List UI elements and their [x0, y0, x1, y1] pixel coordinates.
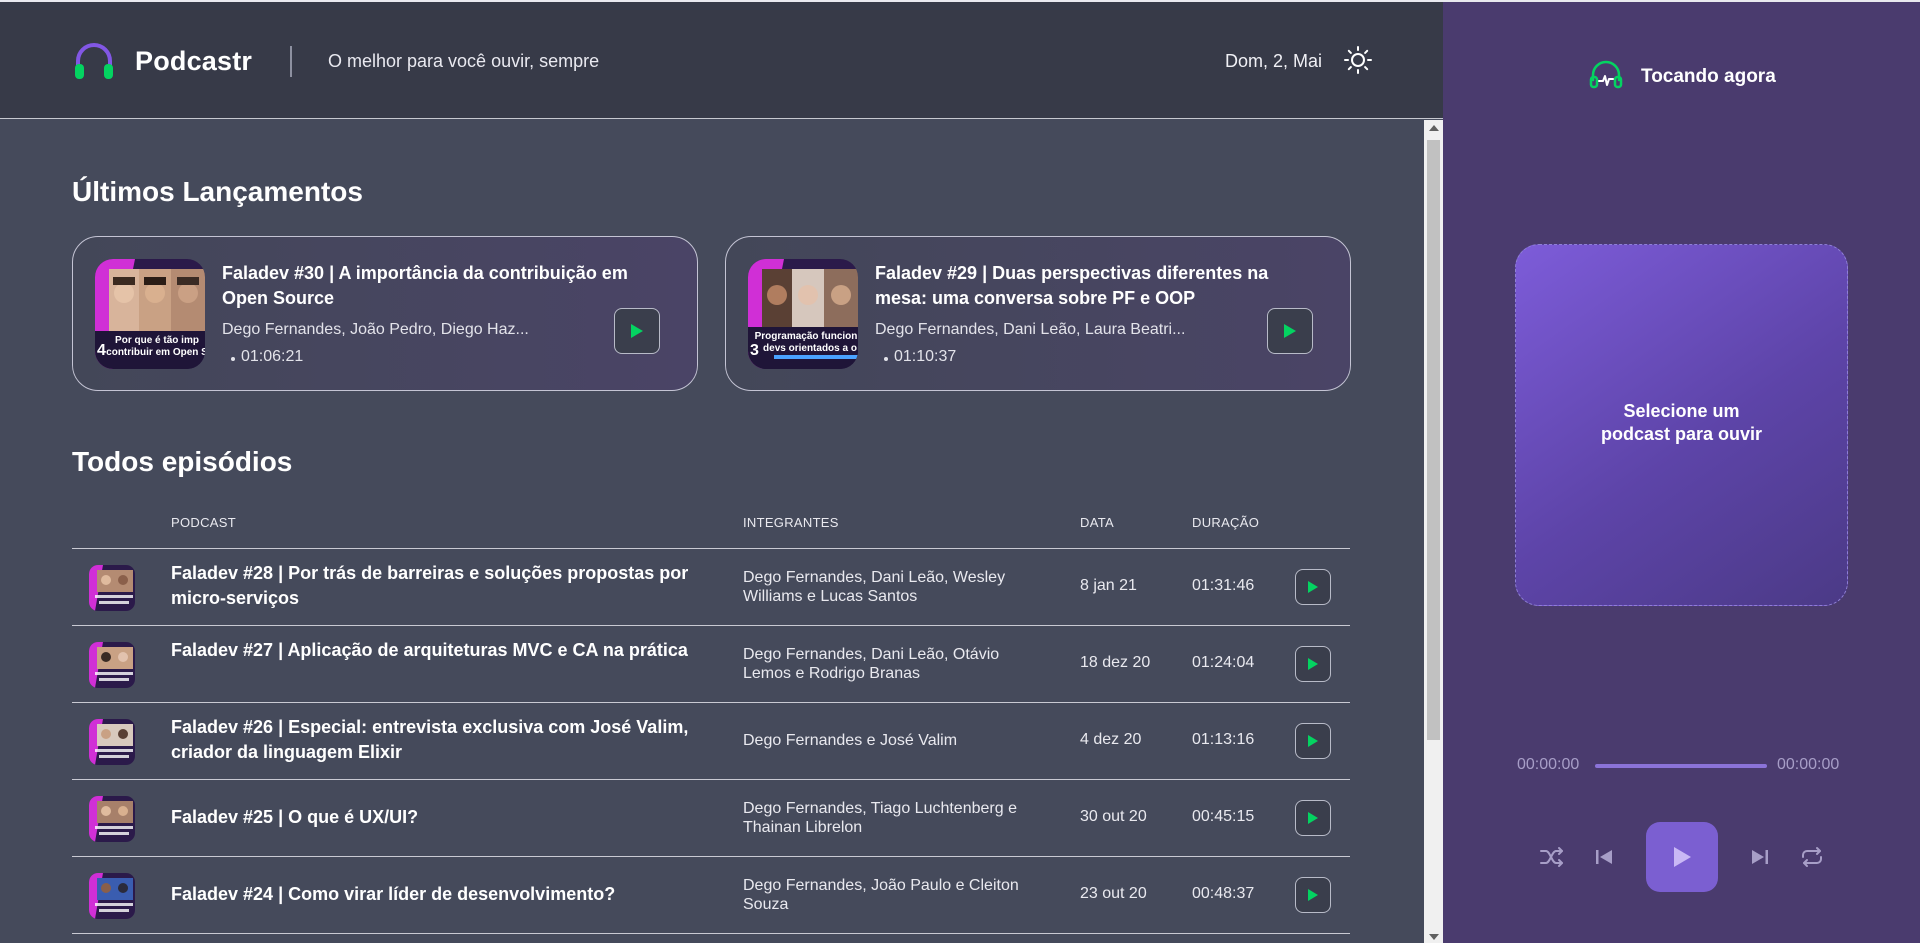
- svg-text:devs orientados a o: devs orientados a o: [763, 343, 857, 354]
- play-episode-button[interactable]: [1295, 800, 1331, 836]
- latest-episode-card[interactable]: Programação funcion devs orientados a o …: [725, 236, 1351, 391]
- bullet-dot: [231, 357, 235, 361]
- episode-thumbnail: Programação funcion devs orientados a o …: [748, 259, 858, 369]
- episode-duration: 01:06:21: [241, 348, 304, 365]
- episode-thumbnail: [89, 796, 135, 842]
- episode-title[interactable]: Faladev #26 | Especial: entrevista exclu…: [171, 715, 691, 765]
- shuffle-icon[interactable]: [1539, 846, 1565, 868]
- scrollbar-thumb[interactable]: [1427, 140, 1440, 740]
- scroll-up-arrow-icon[interactable]: [1429, 125, 1439, 131]
- svg-text:4: 4: [97, 342, 106, 359]
- episode-title[interactable]: Faladev #29 | Duas perspectivas diferent…: [875, 261, 1315, 311]
- episode-title[interactable]: Faladev #30 | A importância da contribui…: [222, 261, 662, 311]
- column-date: DATA: [1080, 515, 1114, 530]
- column-podcast: PODCAST: [171, 515, 236, 530]
- repeat-icon[interactable]: [1799, 846, 1825, 868]
- episode-thumbnail: [89, 873, 135, 919]
- previous-icon[interactable]: [1594, 847, 1614, 867]
- player-panel: Tocando agora Selecione um podcast para …: [1443, 0, 1920, 943]
- content: Últimos Lançamentos Por que é tão imp co…: [0, 120, 1424, 943]
- episode-duration: 00:45:15: [1192, 808, 1255, 825]
- episode-thumbnail: [89, 719, 135, 765]
- all-episodes-title: Todos episódios: [72, 446, 293, 477]
- episode-date: 4 dez 20: [1080, 731, 1142, 748]
- episode-date: 8 jan 21: [1080, 577, 1137, 594]
- play-icon: [1674, 847, 1691, 867]
- latest-title: Últimos Lançamentos: [72, 176, 363, 207]
- play-episode-button[interactable]: [1295, 877, 1331, 913]
- episode-duration: 01:24:04: [1192, 654, 1255, 671]
- svg-text:contribuir em Open S: contribuir em Open S: [106, 347, 205, 358]
- play-icon: [1284, 324, 1296, 338]
- play-icon: [1308, 889, 1318, 901]
- empty-player-placeholder: Selecione um podcast para ouvir: [1515, 244, 1848, 606]
- empty-player-message: Selecione um podcast para ouvir: [1600, 401, 1763, 444]
- episode-date: 30 out 20: [1080, 808, 1147, 825]
- table-row: Faladev #26 | Especial: entrevista exclu…: [72, 703, 1350, 780]
- svg-text:3: 3: [750, 342, 759, 359]
- now-playing-label: Tocando agora: [1641, 66, 1776, 87]
- headphones-icon: [1589, 60, 1623, 89]
- episode-duration: 01:10:37: [894, 348, 957, 365]
- svg-text:Por que é tão imp: Por que é tão imp: [115, 335, 199, 346]
- episode-title[interactable]: Faladev #24 | Como virar líder de desenv…: [171, 882, 691, 907]
- header-divider: [290, 46, 292, 77]
- episode-members: Dego Fernandes e José Valim: [743, 732, 958, 749]
- episode-members: Dego Fernandes, Dani Leão, Laura Beatri.…: [875, 321, 1186, 338]
- play-episode-button[interactable]: [1295, 723, 1331, 759]
- episode-members: Dego Fernandes, Dani Leão, Wesley Willia…: [743, 569, 1006, 605]
- episode-members: Dego Fernandes, João Pedro, Diego Haz...: [222, 321, 529, 338]
- table-row: Faladev #24 | Como virar líder de desenv…: [72, 857, 1350, 934]
- play-icon: [1308, 581, 1318, 593]
- scroll-down-arrow-icon[interactable]: [1429, 934, 1439, 940]
- episode-date: 23 out 20: [1080, 885, 1147, 902]
- header: Podcastr O melhor para você ouvir, sempr…: [0, 2, 1443, 119]
- latest-episode-card[interactable]: Por que é tão imp contribuir em Open S 4…: [72, 236, 698, 391]
- column-members: INTEGRANTES: [743, 515, 839, 530]
- main-play-button[interactable]: [1646, 822, 1718, 892]
- current-date: Dom, 2, Mai: [1225, 51, 1323, 71]
- brand-name: Podcastr: [135, 46, 253, 76]
- play-icon: [631, 324, 643, 338]
- table-row: Faladev #27 | Aplicação de arquiteturas …: [72, 626, 1350, 703]
- headphones-icon: [75, 43, 113, 79]
- episode-thumbnail: [89, 565, 135, 611]
- episode-members: Dego Fernandes, João Paulo e Cleiton Sou…: [743, 877, 1019, 913]
- play-icon: [1308, 658, 1318, 670]
- bullet-dot: [884, 357, 888, 361]
- tagline: O melhor para você ouvir, sempre: [328, 51, 600, 71]
- sun-icon[interactable]: [1343, 45, 1373, 75]
- episode-duration: 00:48:37: [1192, 885, 1255, 902]
- episode-title[interactable]: Faladev #25 | O que é UX/UI?: [171, 805, 691, 830]
- main-area: Podcastr O melhor para você ouvir, sempr…: [0, 0, 1443, 943]
- total-time: 00:00:00: [1777, 756, 1840, 773]
- episode-thumbnail: Por que é tão imp contribuir em Open S 4: [95, 259, 205, 369]
- next-icon[interactable]: [1750, 847, 1770, 867]
- episode-members: Dego Fernandes, Dani Leão, Otávio Lemos …: [743, 646, 1000, 682]
- episode-title[interactable]: Faladev #28 | Por trás de barreiras e so…: [171, 561, 691, 611]
- play-episode-button[interactable]: [1295, 646, 1331, 682]
- episode-duration: 01:13:16: [1192, 731, 1255, 748]
- episode-date: 18 dez 20: [1080, 654, 1151, 671]
- play-icon: [1308, 812, 1318, 824]
- episode-title[interactable]: Faladev #27 | Aplicação de arquiteturas …: [171, 638, 691, 663]
- elapsed-time: 00:00:00: [1517, 756, 1580, 773]
- episode-thumbnail: [89, 642, 135, 688]
- play-episode-button[interactable]: [1295, 569, 1331, 605]
- episode-members: Dego Fernandes, Tiago Luchtenberg e Thai…: [743, 800, 1017, 836]
- play-episode-button[interactable]: [1267, 308, 1313, 354]
- svg-text:Programação funcion: Programação funcion: [755, 331, 858, 342]
- play-icon: [1308, 735, 1318, 747]
- column-duration: DURAÇÃO: [1192, 515, 1260, 530]
- episode-duration: 01:31:46: [1192, 577, 1255, 594]
- play-episode-button[interactable]: [614, 308, 660, 354]
- vertical-scrollbar[interactable]: [1424, 120, 1443, 943]
- progress-bar[interactable]: [1595, 764, 1767, 768]
- table-row: Faladev #25 | O que é UX/UI? Dego Fernan…: [72, 780, 1350, 857]
- table-row: Faladev #28 | Por trás de barreiras e so…: [72, 549, 1350, 626]
